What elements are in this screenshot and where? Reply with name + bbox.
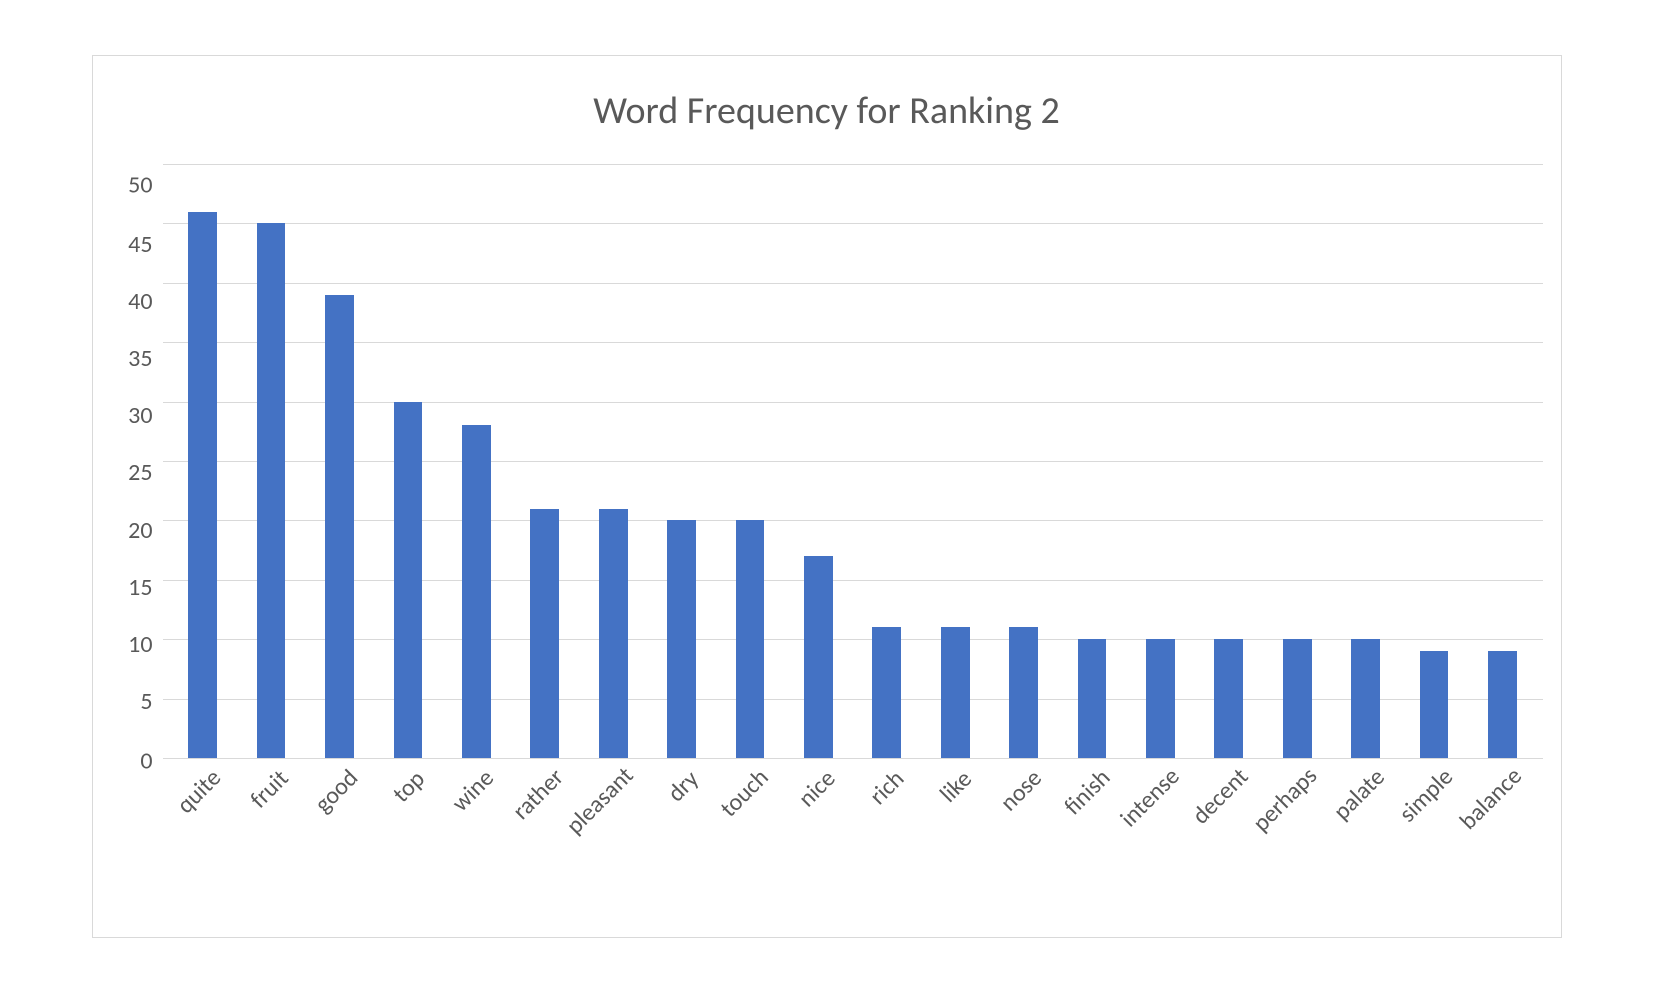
- bar: [1420, 651, 1449, 758]
- bar-slot: [442, 164, 510, 758]
- x-label-slot: balance: [1468, 759, 1536, 919]
- x-label-slot: wine: [442, 759, 510, 919]
- bar-slot: [374, 164, 442, 758]
- x-label: finish: [1058, 763, 1116, 821]
- bar-slot: [1263, 164, 1331, 758]
- x-label-slot: quite: [169, 759, 237, 919]
- x-label: good: [308, 764, 363, 819]
- x-label: wine: [446, 764, 500, 818]
- bar-slot: [579, 164, 647, 758]
- x-label: top: [387, 765, 431, 809]
- bar: [1009, 627, 1038, 758]
- bar: [462, 425, 491, 758]
- bar: [941, 627, 970, 758]
- y-tick: 35: [128, 347, 152, 371]
- x-label-slot: dry: [647, 759, 715, 919]
- bar: [736, 520, 765, 758]
- plot-area: [163, 164, 1543, 759]
- x-label-slot: rich: [853, 759, 921, 919]
- x-axis-spacer: [111, 759, 163, 919]
- bar-slot: [1331, 164, 1399, 758]
- x-label-slot: palate: [1331, 759, 1399, 919]
- y-tick: 45: [128, 233, 152, 257]
- x-label-slot: pleasant: [579, 759, 647, 919]
- bar: [530, 509, 559, 758]
- x-label-slot: fruit: [237, 759, 305, 919]
- bar-slot: [989, 164, 1057, 758]
- bar-slot: [237, 164, 305, 758]
- bar: [188, 212, 217, 758]
- bar: [1078, 639, 1107, 758]
- bar: [1214, 639, 1243, 758]
- bar: [667, 520, 696, 758]
- bar: [872, 627, 901, 758]
- bar-slot: [511, 164, 579, 758]
- bar: [1488, 651, 1517, 758]
- x-label-slot: good: [305, 759, 373, 919]
- x-label-slot: intense: [1126, 759, 1194, 919]
- x-axis-labels: quite fruit goodtopwineratherpleasant dryto…: [163, 759, 1543, 919]
- x-label: nice: [793, 764, 842, 813]
- bar: [257, 223, 286, 758]
- x-label-slot: rather: [511, 759, 579, 919]
- bar-slot: [1058, 164, 1126, 758]
- x-label: like: [934, 765, 978, 809]
- x-label: rather: [506, 763, 569, 826]
- bar-slot: [1195, 164, 1263, 758]
- y-tick: 0: [140, 749, 152, 773]
- y-tick: 5: [140, 690, 152, 714]
- x-label-slot: touch: [716, 759, 784, 919]
- bar-slot: [1400, 164, 1468, 758]
- y-tick: 10: [128, 633, 152, 657]
- bar-slot: [169, 164, 237, 758]
- y-axis: 50454035302520151050: [111, 164, 163, 759]
- x-label-slot: nose: [989, 759, 1057, 919]
- bar: [325, 295, 354, 758]
- x-label-slot: top: [374, 759, 442, 919]
- x-label-slot: decent: [1195, 759, 1263, 919]
- bar-slot: [305, 164, 373, 758]
- bar-slot: [853, 164, 921, 758]
- bar: [599, 509, 628, 758]
- bar-slot: [921, 164, 989, 758]
- x-label: palate: [1327, 763, 1390, 826]
- x-axis-row: quite fruit goodtopwineratherpleasant dryto…: [111, 759, 1543, 919]
- plot-row: 50454035302520151050: [111, 164, 1543, 759]
- y-tick: 15: [128, 576, 152, 600]
- x-label: nose: [994, 764, 1047, 817]
- chart-container: Word Frequency for Ranking 2 50454035302…: [92, 55, 1562, 938]
- bar-slot: [1468, 164, 1536, 758]
- x-label-slot: like: [921, 759, 989, 919]
- bar: [1283, 639, 1312, 758]
- bar: [394, 402, 423, 758]
- x-label: intense: [1115, 762, 1186, 833]
- bar-slot: [1126, 164, 1194, 758]
- bar-slot: [784, 164, 852, 758]
- y-tick: 50: [128, 174, 152, 198]
- x-label-slot: finish: [1058, 759, 1126, 919]
- bars: [163, 164, 1543, 758]
- y-tick: 20: [128, 519, 152, 543]
- bar: [804, 556, 833, 758]
- x-label: fruit: [244, 764, 294, 814]
- y-tick: 30: [128, 404, 152, 428]
- x-label-slot: nice: [784, 759, 852, 919]
- x-label: decent: [1186, 762, 1254, 830]
- x-label: simple: [1393, 762, 1459, 828]
- x-label: quite: [171, 763, 227, 819]
- bar: [1146, 639, 1175, 758]
- x-label-slot: perhaps: [1263, 759, 1331, 919]
- chart-title: Word Frequency for Ranking 2: [111, 88, 1543, 134]
- bar-slot: [647, 164, 715, 758]
- x-label-slot: simple: [1400, 759, 1468, 919]
- bar: [1351, 639, 1380, 758]
- y-tick: 40: [128, 290, 152, 314]
- bar-slot: [716, 164, 784, 758]
- x-label: rich: [863, 764, 909, 810]
- x-label: dry: [661, 765, 704, 808]
- x-label: touch: [714, 763, 774, 823]
- y-tick: 25: [128, 461, 152, 485]
